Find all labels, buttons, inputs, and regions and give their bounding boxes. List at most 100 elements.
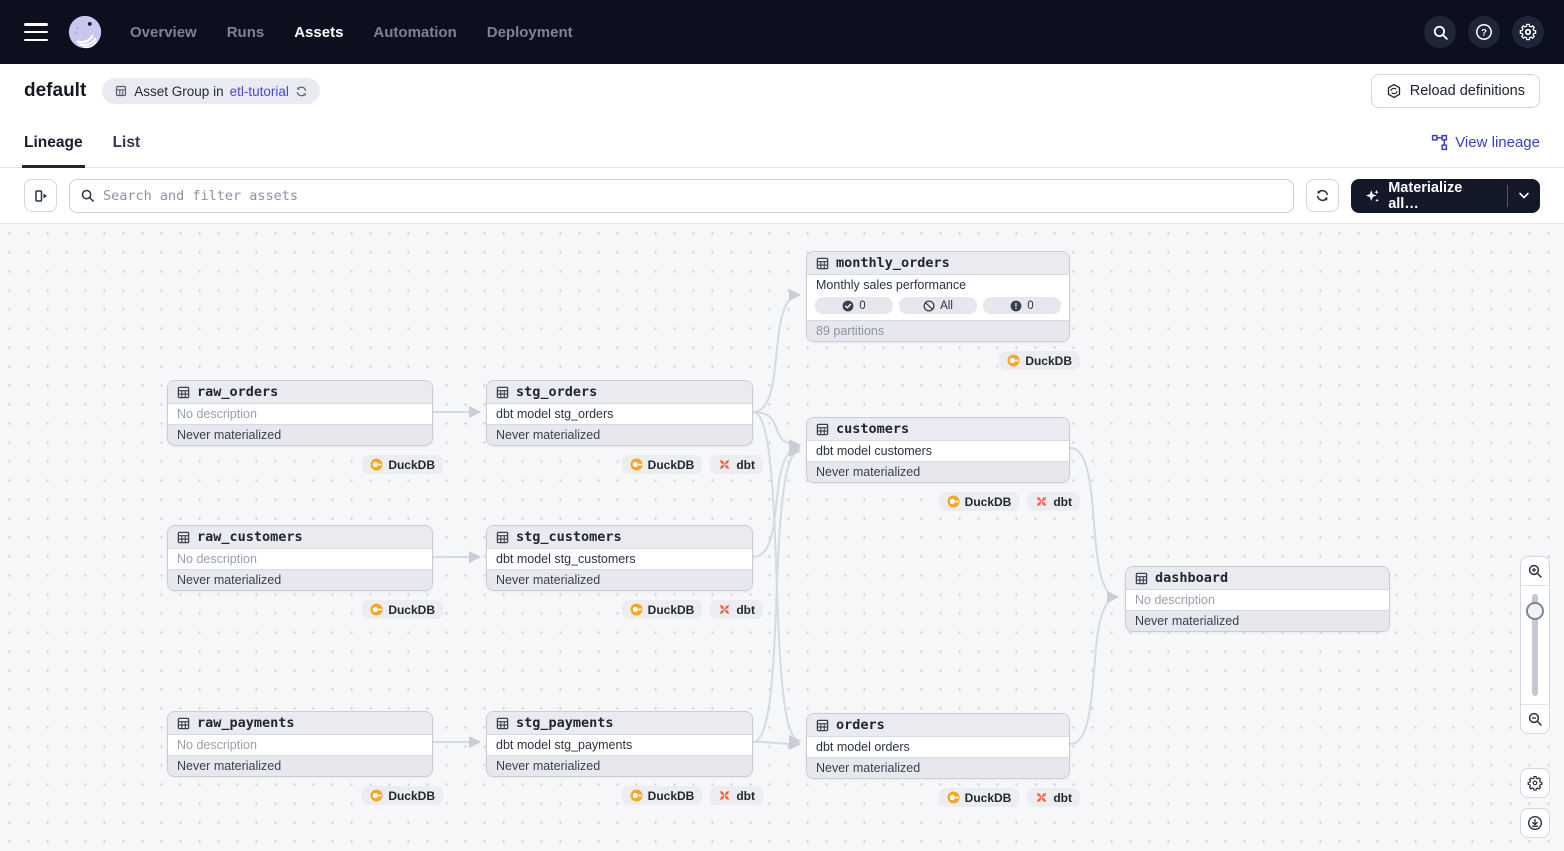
table-icon xyxy=(177,531,190,544)
asset-node-stg_payments[interactable]: stg_paymentsdbt model stg_paymentsNever … xyxy=(486,711,753,777)
page-header: default Asset Group in etl-tutorial Relo… xyxy=(0,64,1564,118)
tag-duckdb[interactable]: DuckDB xyxy=(999,351,1080,370)
reload-definitions-label: Reload definitions xyxy=(1410,83,1525,99)
settings-icon[interactable] xyxy=(1512,16,1544,48)
duckdb-icon xyxy=(1007,354,1020,367)
asset-title: stg_orders xyxy=(516,384,597,400)
asset-node-raw_orders[interactable]: raw_ordersNo descriptionNever materializ… xyxy=(167,380,433,446)
asset-status: 89 partitions xyxy=(807,320,1069,341)
nav-item-automation[interactable]: Automation xyxy=(373,24,456,41)
asset-node-raw_customers[interactable]: raw_customersNo descriptionNever materia… xyxy=(167,525,433,591)
tag-dbt[interactable]: dbt xyxy=(710,600,763,619)
reload-definitions-button[interactable]: Reload definitions xyxy=(1371,74,1540,108)
tag-duckdb[interactable]: DuckDB xyxy=(622,455,703,474)
asset-node-raw_payments[interactable]: raw_paymentsNo descriptionNever material… xyxy=(167,711,433,777)
sparkle-icon xyxy=(1365,188,1380,204)
zoom-controls xyxy=(1520,556,1550,734)
asset-node-header: stg_orders xyxy=(487,381,752,404)
tag-dbt[interactable]: dbt xyxy=(1027,788,1080,807)
tab-lineage[interactable]: Lineage xyxy=(24,118,83,168)
asset-tags: DuckDB dbt xyxy=(486,600,763,619)
tag-duckdb[interactable]: DuckDB xyxy=(362,455,443,474)
partition-status-badges: 0All!0 xyxy=(807,295,1069,320)
dbt-icon xyxy=(718,458,731,471)
page-title: default xyxy=(24,80,86,102)
table-icon xyxy=(177,717,190,730)
dbt-icon xyxy=(718,603,731,616)
caret-down-icon xyxy=(1519,192,1529,199)
zoom-in-button[interactable] xyxy=(1521,557,1549,585)
hamburger-menu-icon[interactable] xyxy=(24,23,48,41)
lineage-icon xyxy=(1431,134,1448,151)
svg-text:?: ? xyxy=(1481,28,1487,39)
edge-stg_orders-to-monthly_orders xyxy=(753,295,800,412)
download-image-button[interactable] xyxy=(1520,808,1550,838)
dbt-icon xyxy=(1035,495,1048,508)
tab-list[interactable]: List xyxy=(113,118,141,168)
search-icon[interactable] xyxy=(1424,16,1456,48)
tag-duckdb[interactable]: DuckDB xyxy=(622,786,703,805)
asset-node-orders[interactable]: ordersdbt model ordersNever materialized xyxy=(806,713,1070,779)
nav-item-assets[interactable]: Assets xyxy=(294,24,343,41)
duckdb-icon xyxy=(630,458,643,471)
search-input[interactable] xyxy=(103,188,1283,204)
asset-description: dbt model stg_orders xyxy=(487,404,752,424)
view-lineage-link[interactable]: View lineage xyxy=(1431,134,1540,151)
tag-duckdb[interactable]: DuckDB xyxy=(939,492,1020,511)
zoom-out-icon xyxy=(1527,711,1543,727)
asset-node-stg_orders[interactable]: stg_ordersdbt model stg_ordersNever mate… xyxy=(486,380,753,446)
asset-title: raw_payments xyxy=(197,715,295,731)
asset-tags: DuckDB xyxy=(167,600,443,619)
view-lineage-label: View lineage xyxy=(1455,134,1540,151)
table-icon xyxy=(816,423,829,436)
duckdb-icon xyxy=(370,603,383,616)
dbt-icon xyxy=(718,789,731,802)
asset-title: dashboard xyxy=(1155,570,1228,586)
table-icon xyxy=(496,717,509,730)
tag-duckdb[interactable]: DuckDB xyxy=(362,600,443,619)
tag-duckdb[interactable]: DuckDB xyxy=(939,788,1020,807)
tag-duckdb[interactable]: DuckDB xyxy=(362,786,443,805)
zoom-slider-knob[interactable] xyxy=(1526,602,1544,620)
asset-node-header: monthly_orders xyxy=(807,252,1069,275)
help-icon[interactable]: ? xyxy=(1468,16,1500,48)
materialize-all-button[interactable]: Materialize all… xyxy=(1351,179,1507,213)
asset-title: stg_customers xyxy=(516,529,622,545)
dagster-logo[interactable] xyxy=(66,13,104,51)
asset-node-header: customers xyxy=(807,418,1069,441)
sync-icon[interactable] xyxy=(295,85,308,98)
lineage-graph-canvas[interactable]: monthly_ordersMonthly sales performance0… xyxy=(0,224,1564,851)
tag-dbt[interactable]: dbt xyxy=(710,455,763,474)
partition-badge: 0 xyxy=(815,297,893,314)
nav-item-overview[interactable]: Overview xyxy=(130,24,197,41)
duckdb-icon xyxy=(630,603,643,616)
table-icon xyxy=(496,386,509,399)
asset-node-customers[interactable]: customersdbt model customersNever materi… xyxy=(806,417,1070,483)
code-location-link[interactable]: etl-tutorial xyxy=(230,84,289,99)
table-icon xyxy=(1135,572,1148,585)
nav-item-deployment[interactable]: Deployment xyxy=(487,24,573,41)
table-icon xyxy=(177,386,190,399)
svg-text:!: ! xyxy=(1015,301,1018,310)
nav-item-runs[interactable]: Runs xyxy=(227,24,265,41)
duckdb-icon xyxy=(370,458,383,471)
asset-node-header: raw_customers xyxy=(168,526,432,549)
materialize-options-caret[interactable] xyxy=(1508,179,1540,213)
slash-circle-icon xyxy=(923,300,935,312)
edge-customers-to-dashboard xyxy=(1070,448,1118,597)
asset-status: Never materialized xyxy=(487,569,752,590)
graph-settings-button[interactable] xyxy=(1520,768,1550,798)
edge-orders-to-dashboard xyxy=(1070,597,1118,744)
table-icon xyxy=(496,531,509,544)
zoom-slider[interactable] xyxy=(1521,586,1549,704)
panel-toggle-button[interactable] xyxy=(24,179,57,212)
asset-node-monthly_orders[interactable]: monthly_ordersMonthly sales performance0… xyxy=(806,251,1070,342)
refresh-button[interactable] xyxy=(1306,179,1339,212)
tag-dbt[interactable]: dbt xyxy=(710,786,763,805)
asset-node-dashboard[interactable]: dashboardNo descriptionNever materialize… xyxy=(1125,566,1390,632)
dbt-icon xyxy=(1035,791,1048,804)
tag-dbt[interactable]: dbt xyxy=(1027,492,1080,511)
zoom-out-button[interactable] xyxy=(1521,705,1549,733)
asset-node-stg_customers[interactable]: stg_customersdbt model stg_customersNeve… xyxy=(486,525,753,591)
tag-duckdb[interactable]: DuckDB xyxy=(622,600,703,619)
